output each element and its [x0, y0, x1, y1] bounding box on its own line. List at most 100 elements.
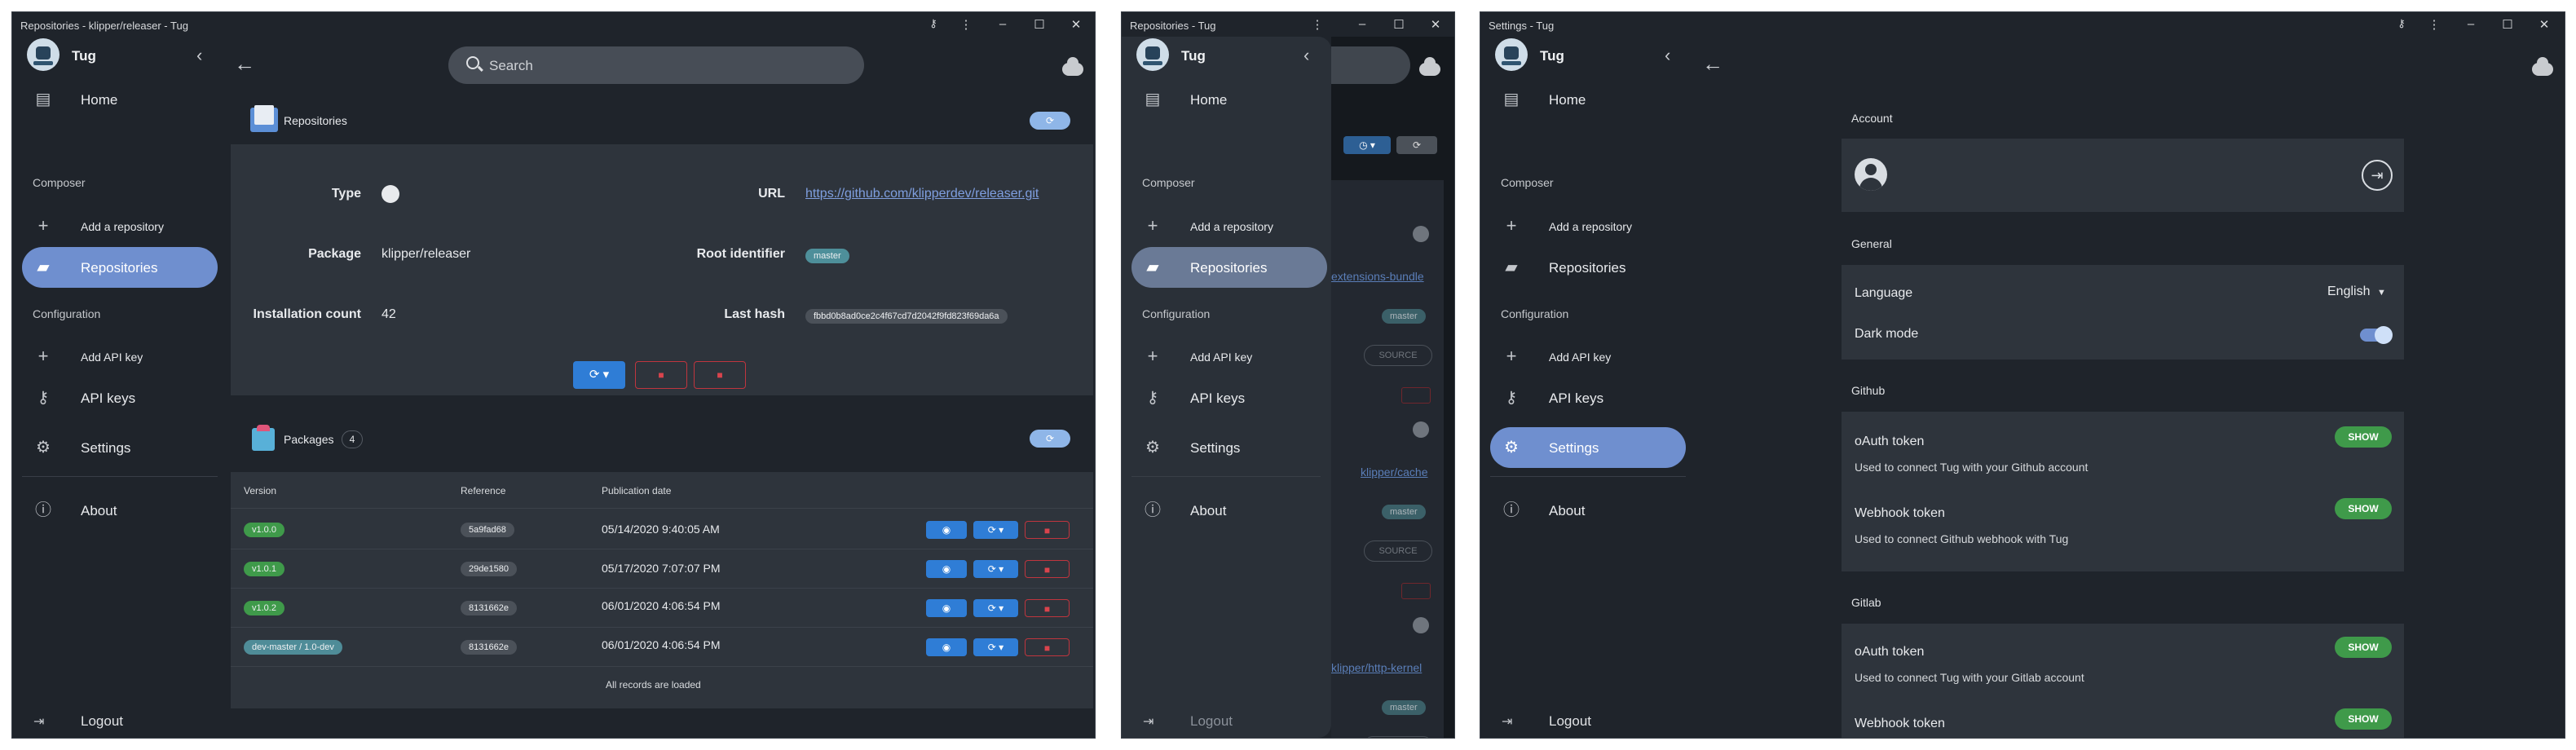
close-icon[interactable]: ✕ [1427, 17, 1444, 32]
delete-button[interactable]: ■ [1025, 599, 1070, 617]
key-icon: ⚷ [1146, 389, 1159, 407]
filter-dropdown-button[interactable]: ◷ ▾ [1343, 136, 1391, 154]
sidebar-item-home[interactable]: ▤ Home [22, 79, 218, 120]
trash-icon: ■ [1043, 525, 1051, 536]
section-composer: Composer [1142, 176, 1195, 189]
folder-icon: ▰ [37, 258, 50, 276]
sidebar-item-settings[interactable]: ⚙ Settings [22, 427, 218, 468]
close-icon[interactable]: ✕ [2536, 17, 2552, 32]
delete-button[interactable]: ■ [1025, 560, 1070, 578]
refresh-dropdown-button[interactable]: ⟳ ▾ [973, 560, 1018, 578]
section-configuration: Configuration [33, 307, 101, 320]
view-button[interactable]: ◉ [926, 560, 967, 578]
view-button[interactable]: ◉ [926, 638, 967, 656]
refresh-button[interactable]: ⟳ [1030, 430, 1070, 448]
refresh-dropdown-button[interactable]: ⟳ ▾ [973, 599, 1018, 617]
sidebar-item-about[interactable]: ⓘ About [1490, 490, 1686, 531]
sidebar-item-repositories[interactable]: ▰ Repositories [22, 247, 218, 288]
view-button[interactable]: ◉ [926, 521, 967, 539]
close-icon[interactable]: ✕ [1068, 17, 1084, 32]
show-github-webhook-button[interactable]: SHOW [2335, 498, 2392, 519]
minimize-icon[interactable]: – [1354, 17, 1370, 31]
window-title: Repositories - klipper/releaser - Tug [20, 20, 188, 32]
refresh-button[interactable]: ⟳ [1030, 112, 1070, 130]
key-icon[interactable]: ⚷ [925, 17, 942, 30]
chevron-left-icon[interactable]: ‹ [1665, 45, 1670, 66]
sidebar-item-add-api-key[interactable]: + Add API key [1490, 336, 1686, 377]
logout-button[interactable]: ⇥ Logout [22, 704, 218, 738]
repository-link[interactable]: klipper/http-kernel [1331, 661, 1422, 674]
refresh-icon: ⟳ ▾ [987, 563, 1004, 575]
sidebar-item-api-keys[interactable]: ⚷ API keys [1131, 377, 1327, 418]
kebab-menu-icon[interactable]: ⋮ [1309, 17, 1325, 32]
maximize-icon[interactable]: ☐ [1391, 17, 1407, 32]
brand: Tug ‹ [27, 38, 214, 71]
refresh-dropdown-button[interactable]: ⟳ ▾ [973, 638, 1018, 656]
sidebar-item-repositories[interactable]: ▰ Repositories [1131, 247, 1327, 288]
delete-button[interactable]: ■ [1025, 638, 1070, 656]
type-label: Type [331, 187, 361, 201]
background-content: ◷ ▾ ⟳ extensions-bundle master SOURCE kl… [1331, 37, 1454, 738]
github-icon [1413, 617, 1429, 633]
sidebar-item-api-keys[interactable]: ⚷ API keys [1490, 377, 1686, 418]
logout-button[interactable]: ⇥ Logout [1131, 704, 1327, 738]
search-input[interactable] [1331, 46, 1410, 84]
repository-link[interactable]: extensions-bundle [1331, 270, 1424, 283]
sidebar-item-add-repository[interactable]: + Add a repository [1131, 205, 1327, 246]
maximize-icon[interactable]: ☐ [1031, 17, 1048, 32]
key-icon[interactable]: ⚷ [2393, 17, 2410, 30]
cloud-icon[interactable] [1062, 57, 1083, 76]
sidebar-item-home[interactable]: ▤ Home [1490, 79, 1686, 120]
refresh-button[interactable]: ⟳ [1396, 136, 1437, 154]
kebab-menu-icon[interactable]: ⋮ [958, 17, 974, 32]
delete-button[interactable]: ■ [1025, 521, 1070, 539]
chevron-left-icon[interactable]: ‹ [1303, 45, 1309, 66]
show-github-oauth-button[interactable]: SHOW [2335, 426, 2392, 448]
section-configuration: Configuration [1142, 307, 1211, 320]
branch-badge: master [1382, 505, 1426, 519]
view-button[interactable]: ◉ [926, 599, 967, 617]
sidebar-item-add-api-key[interactable]: + Add API key [22, 336, 218, 377]
search-input[interactable]: Search [448, 46, 864, 84]
cloud-icon[interactable] [2532, 57, 2553, 76]
delete-button[interactable] [1401, 583, 1431, 599]
refresh-dropdown-button[interactable]: ⟳ ▾ [973, 521, 1018, 539]
sidebar-item-repositories[interactable]: ▰ Repositories [1490, 247, 1686, 288]
back-arrow-icon[interactable]: ← [234, 51, 255, 77]
divider [231, 666, 1093, 667]
window-title: Repositories - Tug [1130, 20, 1216, 32]
chevron-left-icon[interactable]: ‹ [196, 45, 202, 66]
info-icon: ⓘ [1503, 501, 1520, 519]
repository-link[interactable]: klipper/cache [1361, 465, 1428, 479]
logout-button[interactable]: ⇥ Logout [1490, 704, 1686, 738]
sidebar-item-home[interactable]: ▤ Home [1131, 79, 1327, 120]
github-oauth-description: Used to connect Tug with your Github acc… [1855, 461, 2089, 474]
kebab-menu-icon[interactable]: ⋮ [2426, 17, 2442, 32]
sidebar-item-about[interactable]: ⓘ About [1131, 490, 1327, 531]
dark-mode-toggle[interactable] [2360, 326, 2393, 344]
sidebar-item-add-repository[interactable]: + Add a repository [22, 205, 218, 246]
url-link[interactable]: https://github.com/klipperdev/releaser.g… [805, 187, 1039, 201]
sidebar-item-settings[interactable]: ⚙ Settings [1131, 427, 1327, 468]
login-button[interactable]: ⇥ [2362, 160, 2393, 191]
maximize-icon[interactable]: ☐ [2499, 17, 2516, 32]
minimize-icon[interactable]: – [2463, 17, 2479, 31]
cloud-icon[interactable] [1419, 57, 1440, 76]
sidebar-item-add-api-key[interactable]: + Add API key [1131, 336, 1327, 377]
delete-button[interactable]: ■ [635, 361, 687, 389]
sidebar-item-add-repository[interactable]: + Add a repository [1490, 205, 1686, 246]
delete-all-button[interactable]: ■ [694, 361, 746, 389]
show-gitlab-oauth-button[interactable]: SHOW [2335, 637, 2392, 658]
sidebar-item-about[interactable]: ⓘ About [22, 490, 218, 531]
sidebar-item-label: Home [1190, 92, 1228, 108]
settings-icon: ⚙ [1504, 439, 1519, 457]
window-settings: Settings - Tug ⚷ ⋮ – ☐ ✕ Tug ‹ ▤ Home Co… [1480, 11, 2565, 739]
delete-button[interactable] [1401, 387, 1431, 404]
back-arrow-icon[interactable]: ← [1702, 51, 1723, 77]
show-gitlab-webhook-button[interactable]: SHOW [2335, 708, 2392, 730]
language-select[interactable]: English ▼ [2327, 285, 2393, 299]
refresh-dropdown-button[interactable]: ⟳ ▾ [573, 361, 625, 389]
minimize-icon[interactable]: – [995, 17, 1011, 31]
sidebar-item-settings[interactable]: ⚙ Settings [1490, 427, 1686, 468]
sidebar-item-api-keys[interactable]: ⚷ API keys [22, 377, 218, 418]
